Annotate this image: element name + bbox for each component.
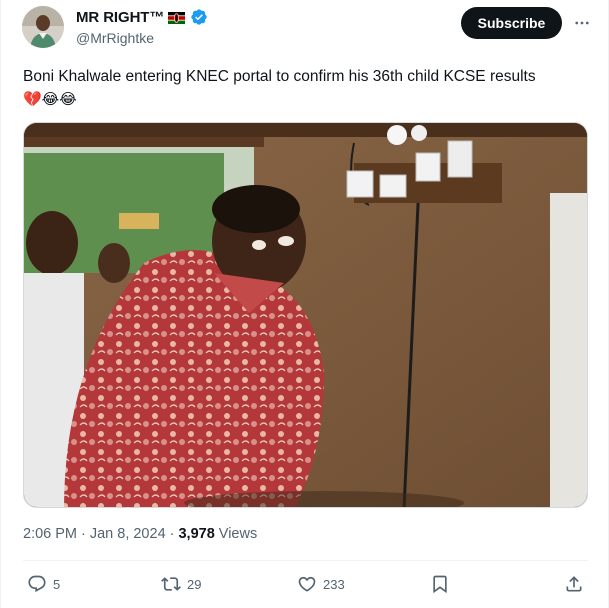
reply-count: 5 — [53, 576, 61, 592]
action-bar: 5 29 233 — [1, 570, 609, 600]
tweet-card: MR RIGHT™ @MrRightke Subscribe Boni Khal… — [0, 0, 609, 608]
reply-button[interactable]: 5 — [27, 574, 60, 594]
subscribe-button[interactable]: Subscribe — [461, 7, 562, 39]
author-display-name[interactable]: MR RIGHT™ — [76, 9, 164, 26]
tweet-date[interactable]: Jan 8, 2024 — [90, 526, 166, 542]
like-icon — [298, 576, 316, 592]
repost-button[interactable]: 29 — [161, 574, 201, 594]
repost-count: 29 — [187, 576, 202, 592]
tweet-emojis: 💔😂😂 — [23, 90, 77, 108]
author-handle[interactable]: @MrRightke — [76, 30, 154, 46]
like-count: 233 — [323, 576, 345, 592]
tweet-body: Boni Khalwale entering KNEC portal to co… — [23, 68, 536, 85]
repost-icon — [161, 577, 181, 591]
bookmark-button[interactable] — [430, 574, 450, 594]
reply-icon — [28, 575, 46, 593]
tweet-meta: 2:06 PM · Jan 8, 2024 · 3,978 Views — [23, 526, 257, 542]
tweet-time[interactable]: 2:06 PM — [23, 526, 77, 542]
author-name-row[interactable]: MR RIGHT™ — [76, 8, 208, 26]
share-button[interactable] — [564, 574, 584, 594]
share-icon — [566, 576, 582, 592]
bookmark-icon — [433, 575, 447, 594]
avatar[interactable] — [22, 6, 64, 48]
tweet-text: Boni Khalwale entering KNEC portal to co… — [23, 66, 583, 111]
views-count: 3,978 — [178, 526, 215, 542]
more-icon[interactable] — [571, 12, 593, 34]
meta-separator: · — [169, 526, 175, 542]
tweet-photo[interactable] — [23, 122, 588, 508]
kenya-flag-icon — [168, 11, 186, 24]
meta-separator: · — [81, 526, 86, 542]
like-button[interactable]: 233 — [297, 574, 345, 594]
verified-badge-icon[interactable] — [190, 8, 208, 26]
divider — [23, 560, 588, 561]
views-label: Views — [218, 526, 258, 542]
